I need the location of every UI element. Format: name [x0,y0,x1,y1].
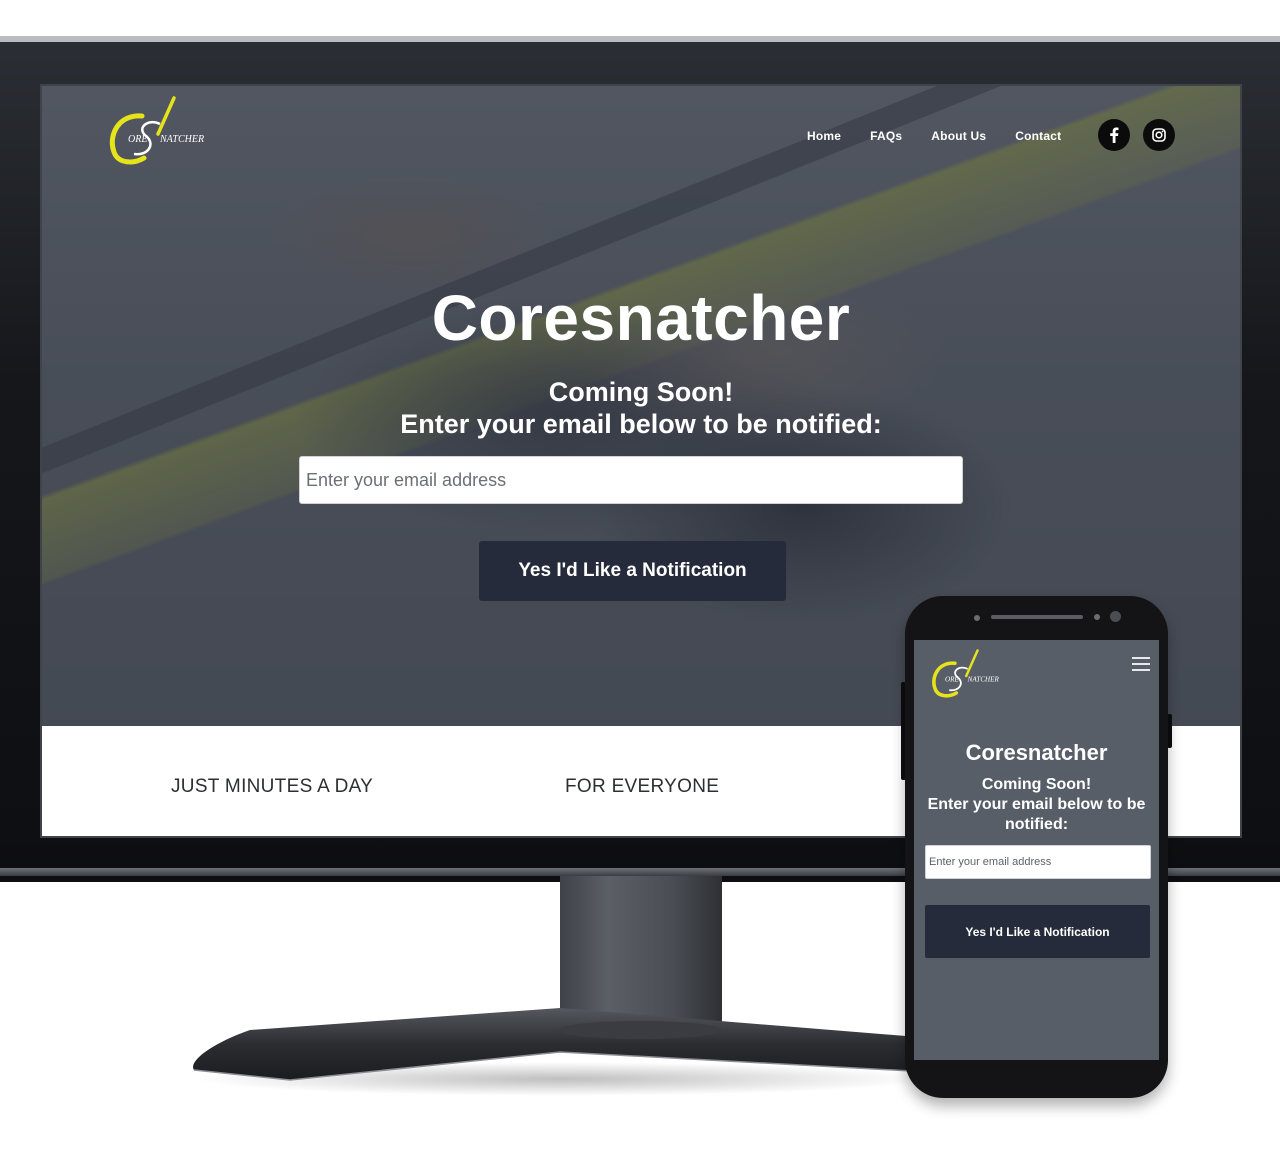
instagram-link[interactable] [1143,119,1175,151]
nav-item-home[interactable]: Home [807,129,841,143]
mobile-coming-soon: Coming Soon! [981,776,1092,793]
coresnatcher-logo-icon: ORE NATCHER [109,96,204,165]
mobile-screen: ORE NATCHER Coresnatcher Coming Soon! En… [914,640,1159,1060]
hero-title: Coresnatcher [431,282,851,354]
nav-item-about-us[interactable]: About Us [931,129,986,143]
nav-item-contact[interactable]: Contact [1015,129,1061,143]
facebook-link[interactable] [1098,119,1130,151]
email-input[interactable] [299,456,963,504]
phone-sensor [1094,614,1100,620]
main-nav: Home FAQs About Us Contact [807,129,1061,143]
coresnatcher-logo[interactable]: ORE NATCHER [104,94,234,174]
feature-for-everyone: FOR EVERYONE [565,776,720,797]
coresnatcher-logo-icon: ORE NATCHER [932,649,1000,698]
logo-word-natcher: NATCHER [967,676,1000,684]
mobile-hero-subtitle: Coming Soon! Enter your email below to b… [914,775,1159,835]
notify-button[interactable]: Yes I'd Like a Notification [479,541,786,601]
facebook-icon [1110,127,1119,143]
mobile-instruction: Enter your email below to be notified: [927,796,1146,833]
nav-item-faqs[interactable]: FAQs [870,129,902,143]
mobile-notify-button[interactable]: Yes I'd Like a Notification [925,905,1150,958]
phone-speaker [991,615,1083,619]
feature-minutes-a-day: JUST MINUTES A DAY [171,776,374,797]
mobile-hero-title: Coresnatcher [965,740,1108,765]
phone-camera [1110,611,1121,622]
phone-sensor [974,615,980,621]
hero-coming-soon: Coming Soon! [548,377,734,407]
instagram-icon [1152,128,1166,142]
monitor-stand-base [193,1008,930,1081]
logo-word-natcher: NATCHER [159,134,204,145]
hero-instruction: Enter your email below to be notified: [400,409,882,439]
logo-word-ore: ORE [945,676,959,684]
mobile-email-input[interactable] [925,845,1151,879]
hero-subtitle: Coming Soon! Enter your email below to b… [42,376,1240,440]
logo-word-ore: ORE [128,134,147,145]
mobile-coresnatcher-logo[interactable]: ORE NATCHER [928,645,1020,707]
hamburger-menu-icon[interactable] [1132,657,1150,671]
logo-slash-shape [156,96,176,136]
